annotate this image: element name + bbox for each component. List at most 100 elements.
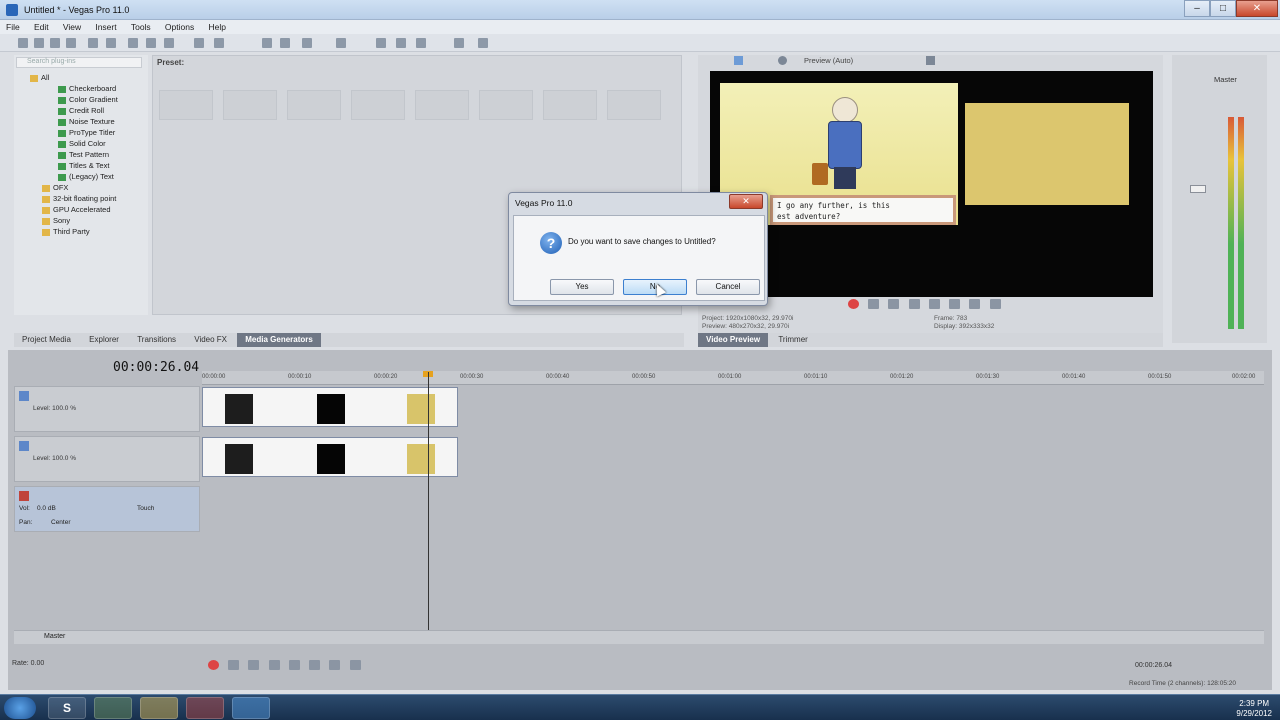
preset-thumbnail[interactable] <box>415 90 469 120</box>
video-clip[interactable] <box>202 437 458 477</box>
master-fader[interactable] <box>1190 185 1206 193</box>
timeline-ruler[interactable]: 00:00:00 00:00:10 00:00:20 00:00:30 00:0… <box>202 371 1264 385</box>
stop-icon[interactable] <box>949 299 961 309</box>
snapping-icon[interactable] <box>336 38 346 48</box>
envelope-tool-icon[interactable] <box>280 38 290 48</box>
tab-media-generators[interactable]: Media Generators <box>237 333 321 347</box>
menu-tools[interactable]: Tools <box>125 20 157 32</box>
lock-envelopes-icon[interactable] <box>396 38 406 48</box>
cancel-button[interactable]: Cancel <box>696 279 760 295</box>
tree-item[interactable]: Color Gradient <box>58 95 118 106</box>
preset-thumbnail[interactable] <box>223 90 277 120</box>
taskbar-app-icon[interactable] <box>94 697 132 719</box>
tree-item[interactable]: Test Pattern <box>58 150 109 161</box>
automation-mode[interactable]: Touch <box>137 505 154 512</box>
tab-project-media[interactable]: Project Media <box>14 333 79 347</box>
selection-tool-icon[interactable] <box>302 38 312 48</box>
taskbar-vegas-icon[interactable] <box>232 697 270 719</box>
preset-thumbnail[interactable] <box>479 90 533 120</box>
tree-folder[interactable]: Third Party <box>42 227 90 238</box>
playhead-line[interactable] <box>428 372 429 640</box>
maximize-button[interactable]: □ <box>1210 0 1236 17</box>
ignore-grouping-icon[interactable] <box>416 38 426 48</box>
play-from-start-icon[interactable] <box>248 660 260 670</box>
cut-icon[interactable] <box>128 38 138 48</box>
tree-folder[interactable]: 32-bit floating point <box>42 194 116 205</box>
menu-edit[interactable]: Edit <box>28 20 55 32</box>
video-track-header-1[interactable]: Level: 100.0 % <box>14 386 200 432</box>
video-track-header-2[interactable]: Level: 100.0 % <box>14 436 200 482</box>
taskbar-folder-icon[interactable] <box>140 697 178 719</box>
tab-transitions[interactable]: Transitions <box>129 333 184 347</box>
stop-icon[interactable] <box>309 660 321 670</box>
help-icon[interactable] <box>478 38 488 48</box>
paste-icon[interactable] <box>164 38 174 48</box>
dialog-close-button[interactable]: ✕ <box>729 194 763 209</box>
taskbar-chrome-icon[interactable] <box>186 697 224 719</box>
preset-thumbnail[interactable] <box>351 90 405 120</box>
tree-folder[interactable]: GPU Accelerated <box>42 205 111 216</box>
go-to-end-icon[interactable] <box>349 660 361 670</box>
menu-help[interactable]: Help <box>202 20 231 32</box>
play-icon[interactable] <box>268 660 280 670</box>
tab-video-preview[interactable]: Video Preview <box>698 333 769 347</box>
preset-thumbnail[interactable] <box>159 90 213 120</box>
loop-icon[interactable] <box>228 660 240 670</box>
plugin-search-input[interactable]: Search plug-ins <box>16 57 142 68</box>
go-to-start-icon[interactable] <box>969 299 981 309</box>
close-window-button[interactable]: ✕ <box>1236 0 1278 17</box>
system-clock[interactable]: 2:39 PM 9/29/2012 <box>1236 699 1272 719</box>
start-button[interactable] <box>4 697 36 719</box>
preview-screen[interactable]: I go any further, is this est adventure? <box>710 71 1153 297</box>
tab-trimmer[interactable]: Trimmer <box>770 333 815 347</box>
tree-item[interactable]: Solid Color <box>58 139 106 150</box>
tree-item[interactable]: (Legacy) Text <box>58 172 114 183</box>
preview-quality-icon[interactable] <box>778 56 787 65</box>
undo-icon[interactable] <box>194 38 204 48</box>
minimize-button[interactable]: – <box>1184 0 1210 17</box>
tree-item[interactable]: Titles & Text <box>58 161 109 172</box>
preview-mode-dropdown[interactable]: Preview (Auto) <box>804 56 853 65</box>
tree-root-all[interactable]: All <box>30 73 49 84</box>
preset-thumbnail[interactable] <box>543 90 597 120</box>
overlays-icon[interactable] <box>926 56 935 65</box>
properties-icon[interactable] <box>106 38 116 48</box>
open-icon[interactable] <box>34 38 44 48</box>
render-icon[interactable] <box>88 38 98 48</box>
project-settings-icon[interactable] <box>734 56 743 65</box>
menu-insert[interactable]: Insert <box>89 20 122 32</box>
record-icon[interactable] <box>208 660 219 670</box>
menu-options[interactable]: Options <box>159 20 200 32</box>
preset-thumbnail[interactable] <box>607 90 661 120</box>
menu-file[interactable]: File <box>0 20 26 32</box>
preset-thumbnail[interactable] <box>287 90 341 120</box>
loop-icon[interactable] <box>868 299 880 309</box>
tree-item[interactable]: Noise Texture <box>58 117 115 128</box>
new-icon[interactable] <box>18 38 28 48</box>
video-clip[interactable] <box>202 387 458 427</box>
tree-item[interactable]: ProType Titler <box>58 128 115 139</box>
edit-tool-icon[interactable] <box>262 38 272 48</box>
tree-folder[interactable]: OFX <box>42 183 68 194</box>
tree-item[interactable]: Credit Roll <box>58 106 104 117</box>
save-as-icon[interactable] <box>66 38 76 48</box>
play-from-start-icon[interactable] <box>888 299 900 309</box>
save-icon[interactable] <box>50 38 60 48</box>
auto-ripple-icon[interactable] <box>376 38 386 48</box>
copy-icon[interactable] <box>146 38 156 48</box>
taskbar-skype[interactable]: S <box>48 697 86 719</box>
audio-track-header[interactable]: Vol: 0.0 dB Touch Pan: Center <box>14 486 200 532</box>
tree-folder[interactable]: Sony <box>42 216 70 227</box>
play-icon[interactable] <box>908 299 920 309</box>
go-to-end-icon[interactable] <box>989 299 1001 309</box>
yes-button[interactable]: Yes <box>550 279 614 295</box>
redo-icon[interactable] <box>214 38 224 48</box>
menu-view[interactable]: View <box>57 20 87 32</box>
go-to-start-icon[interactable] <box>329 660 341 670</box>
tree-item[interactable]: Checkerboard <box>58 84 116 95</box>
tab-explorer[interactable]: Explorer <box>81 333 127 347</box>
pause-icon[interactable] <box>288 660 300 670</box>
tab-video-fx[interactable]: Video FX <box>186 333 235 347</box>
pause-icon[interactable] <box>928 299 940 309</box>
what-is-this-icon[interactable] <box>454 38 464 48</box>
